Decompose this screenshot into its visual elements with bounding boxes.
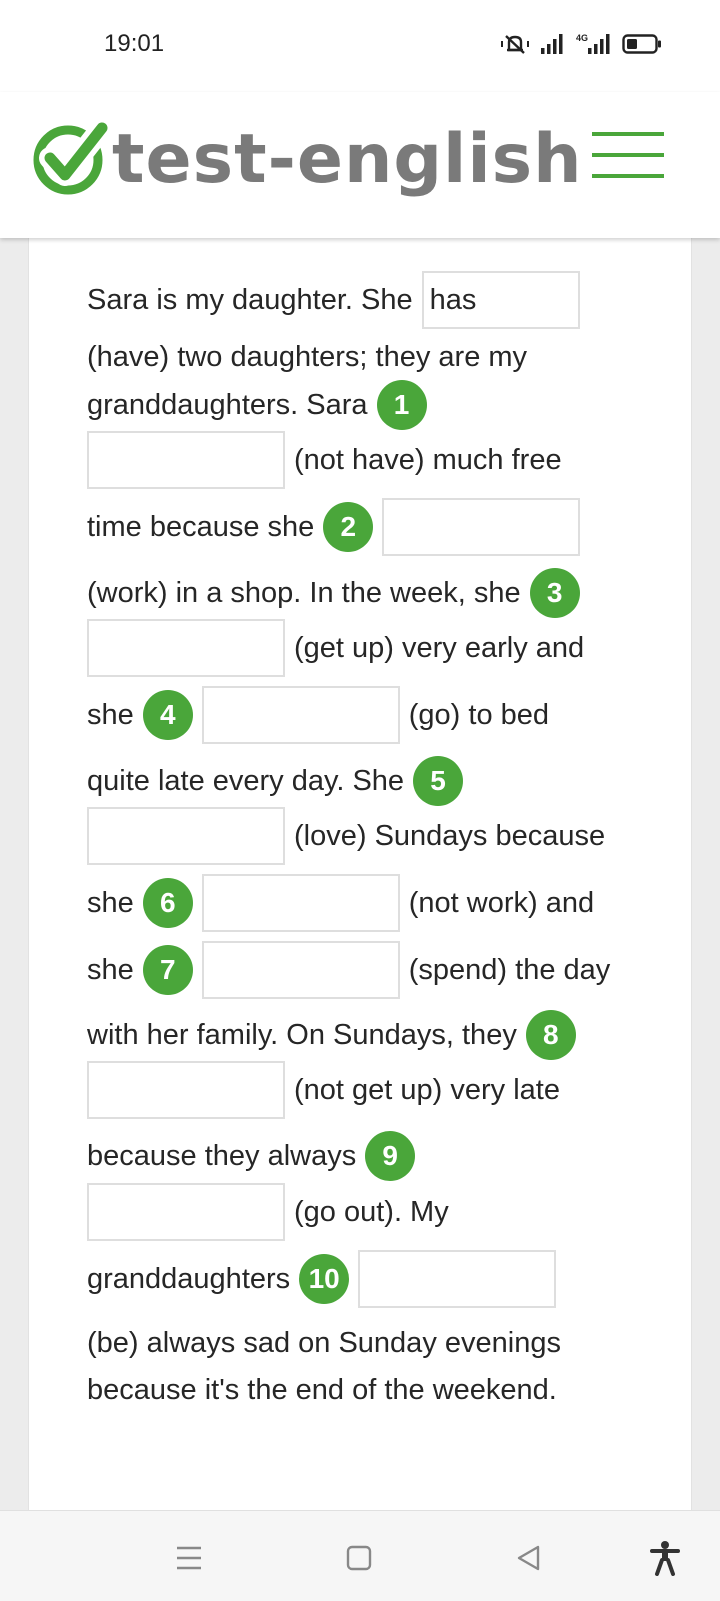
question-number-10: 10 [299, 1254, 350, 1304]
text-segment: (be) always sad on Sunday evenings [87, 1326, 561, 1359]
answer-input-10[interactable] [358, 1250, 557, 1308]
question-number-3: 3 [529, 568, 580, 618]
answer-input-8[interactable] [87, 1061, 285, 1119]
menu-icon-bar [592, 174, 664, 178]
question-number-6: 6 [142, 878, 193, 928]
text-line: (not get up) very late [87, 1060, 560, 1120]
text-line: quite late every day. She 5 [87, 751, 464, 811]
answer-input-6[interactable] [201, 874, 400, 932]
answer-input-7[interactable] [201, 941, 400, 999]
text-line: with her family. On Sundays, they 8 [87, 1005, 576, 1065]
text-line: because they always 9 [87, 1126, 416, 1186]
text-line: (work) in a shop. In the week, she 3 [87, 563, 580, 623]
text-segment: (spend) the day [408, 953, 611, 986]
text-segment: (go) to bed [408, 698, 550, 731]
question-number-1: 1 [376, 380, 427, 430]
vibrate-mute-icon [501, 35, 529, 54]
back-triangle-icon [517, 1545, 540, 1571]
text-segment: because they always [87, 1139, 357, 1172]
site-header: test-english [0, 92, 720, 238]
back-button[interactable] [504, 1533, 554, 1583]
text-line: (not have) much free [87, 430, 562, 490]
text-segment: (work) in a shop. In the week, she [87, 576, 521, 609]
answer-input-5[interactable] [87, 807, 285, 865]
answer-input-4[interactable] [201, 686, 400, 744]
home-button[interactable] [334, 1533, 384, 1583]
status-bar: 19:01 4G [0, 0, 720, 92]
system-nav-bar [0, 1510, 720, 1601]
text-segment: (love) Sundays because [294, 819, 606, 852]
text-segment: she [87, 953, 134, 986]
question-number-9: 9 [365, 1131, 416, 1181]
text-segment: granddaughters. Sara [87, 388, 368, 421]
menu-lines-icon [177, 1546, 201, 1570]
text-segment: (not work) and [408, 886, 595, 919]
text-line: she 7 (spend) the day [87, 940, 610, 1000]
text-segment: (not have) much free [294, 443, 562, 476]
question-number-5: 5 [413, 756, 464, 806]
text-line: because it's the end of the weekend. [87, 1360, 557, 1420]
menu-icon [592, 132, 664, 136]
text-segment: Sara is my daughter. She [87, 283, 413, 316]
text-segment: granddaughters [87, 1262, 291, 1295]
text-line: (get up) very early and [87, 618, 584, 678]
answer-input-2[interactable] [382, 498, 581, 556]
accessibility-button[interactable] [640, 1533, 690, 1583]
status-icons: 4G [500, 32, 662, 56]
text-line: granddaughters 10 [87, 1249, 557, 1309]
text-segment: (have) two daughters; they are my [87, 340, 528, 373]
text-line: time because she 2 [87, 497, 581, 557]
text-segment: (go out). My [294, 1195, 449, 1228]
text-line: she 6 (not work) and [87, 873, 594, 933]
question-number-4: 4 [142, 690, 193, 740]
accessibility-icon [650, 1541, 680, 1576]
menu-button[interactable] [592, 132, 664, 178]
recent-apps-button[interactable] [164, 1533, 214, 1583]
logo-text[interactable]: test-english [112, 112, 583, 208]
answer-input-3[interactable] [87, 619, 285, 677]
text-segment: with her family. On Sundays, they [87, 1018, 517, 1051]
question-number-7: 7 [142, 945, 193, 995]
text-segment: she [87, 886, 134, 919]
text-line: Sara is my daughter. She [87, 270, 580, 330]
menu-icon-bar [592, 153, 664, 157]
text-line: she 4 (go) to bed [87, 685, 549, 745]
check-logo-icon[interactable] [30, 118, 110, 198]
network-type: 4G [576, 33, 588, 43]
signal-icon [541, 34, 563, 54]
text-line: (love) Sundays because [87, 806, 605, 866]
text-segment: (not get up) very late [294, 1073, 560, 1106]
text-segment: because it's the end of the weekend. [87, 1373, 557, 1406]
question-number-2: 2 [323, 502, 374, 552]
status-time: 19:01 [104, 30, 165, 57]
battery-icon [622, 34, 661, 54]
answer-input-9[interactable] [87, 1183, 285, 1241]
text-segment: time because she [87, 510, 315, 543]
exercise-card: Sara is my daughter. She (have) two daug… [28, 238, 692, 1510]
text-line: (go out). My [87, 1182, 449, 1242]
answer-example-input[interactable] [421, 271, 580, 329]
question-number-8: 8 [525, 1010, 576, 1060]
text-line: granddaughters. Sara 1 [87, 375, 427, 435]
text-segment: quite late every day. She [87, 764, 405, 797]
signal-4g-icon: 4G [576, 33, 610, 54]
answer-input-1[interactable] [87, 431, 285, 489]
square-icon [346, 1545, 372, 1571]
text-segment: (get up) very early and [294, 631, 585, 664]
text-segment: she [87, 698, 134, 731]
